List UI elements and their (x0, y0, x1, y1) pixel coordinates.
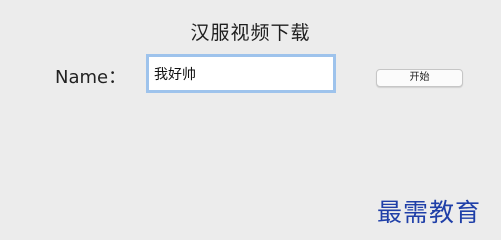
window-title: 汉服视频下载 (190, 22, 311, 44)
start-button[interactable]: 开始 (376, 69, 463, 87)
name-label: Name： (55, 67, 127, 88)
name-input[interactable] (146, 54, 336, 93)
watermark-text: 最需教育 (377, 198, 482, 227)
